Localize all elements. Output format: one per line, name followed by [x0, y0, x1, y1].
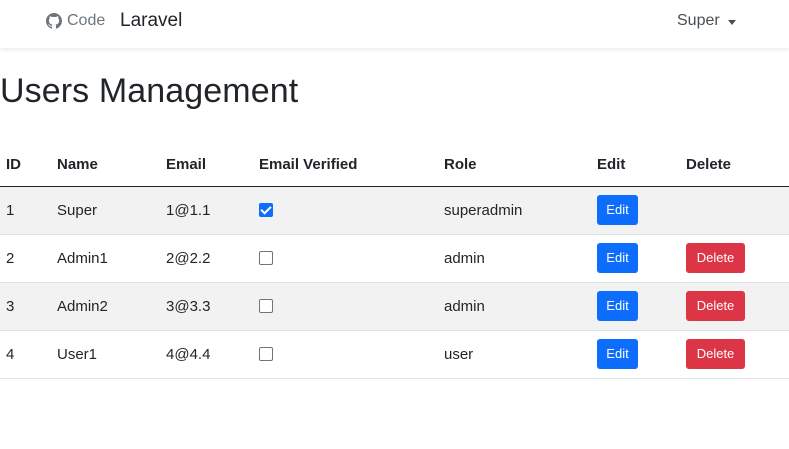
- cell-verified: [253, 330, 438, 379]
- edit-button[interactable]: Edit: [597, 243, 638, 273]
- table-row: 4 User1 4@4.4 user Edit Delete: [0, 330, 789, 379]
- cell-role: admin: [438, 234, 591, 283]
- cell-id: 3: [0, 282, 51, 331]
- header-name: Name: [51, 144, 160, 187]
- header-delete: Delete: [680, 144, 789, 187]
- header-id: ID: [0, 144, 51, 187]
- users-table: ID Name Email Email Verified Role Edit D…: [0, 144, 789, 379]
- cell-id: 2: [0, 234, 51, 283]
- cell-id: 1: [0, 186, 51, 235]
- header-email: Email: [160, 144, 253, 187]
- code-link-label: Code: [67, 12, 106, 29]
- table-row: 2 Admin1 2@2.2 admin Edit Delete: [0, 234, 789, 283]
- cell-delete: Delete: [680, 282, 789, 331]
- cell-name: Admin1: [51, 234, 160, 283]
- brand-link[interactable]: Laravel: [120, 10, 182, 32]
- cell-name: Super: [51, 186, 160, 235]
- top-navbar: Code Laravel Super: [0, 0, 789, 48]
- page-title: Users Management: [0, 72, 299, 110]
- email-verified-checkbox[interactable]: [259, 250, 273, 265]
- cell-verified: [253, 234, 438, 283]
- cell-email: 1@1.1: [160, 186, 253, 235]
- cell-email: 2@2.2: [160, 234, 253, 283]
- edit-button[interactable]: Edit: [597, 339, 638, 369]
- table-row: 3 Admin2 3@3.3 admin Edit Delete: [0, 282, 789, 331]
- delete-button[interactable]: Delete: [686, 339, 745, 369]
- cell-delete: Delete: [680, 234, 789, 283]
- email-verified-checkbox[interactable]: [259, 202, 273, 217]
- header-role: Role: [438, 144, 591, 187]
- cell-id: 4: [0, 330, 51, 379]
- cell-email: 3@3.3: [160, 282, 253, 331]
- code-link[interactable]: Code: [46, 12, 105, 30]
- cell-name: User1: [51, 330, 160, 379]
- delete-button[interactable]: Delete: [686, 291, 745, 321]
- table-row: 1 Super 1@1.1 superadmin Edit: [0, 186, 789, 235]
- email-verified-checkbox[interactable]: [259, 298, 273, 313]
- delete-button[interactable]: Delete: [686, 243, 745, 273]
- cell-edit: Edit: [591, 330, 680, 379]
- user-dropdown-toggle[interactable]: Super: [677, 12, 736, 30]
- cell-name: Admin2: [51, 282, 160, 331]
- cell-edit: Edit: [591, 186, 680, 235]
- cell-verified: [253, 186, 438, 235]
- header-email-verified: Email Verified: [253, 144, 438, 187]
- email-verified-checkbox[interactable]: [259, 346, 273, 361]
- cell-edit: Edit: [591, 234, 680, 283]
- caret-down-icon: [727, 19, 736, 25]
- github-icon: [46, 13, 62, 29]
- user-menu-label: Super: [677, 12, 720, 29]
- header-edit: Edit: [591, 144, 680, 187]
- cell-role: admin: [438, 282, 591, 331]
- cell-edit: Edit: [591, 282, 680, 331]
- cell-delete: Delete: [680, 330, 789, 379]
- cell-role: superadmin: [438, 186, 591, 235]
- table-header-row: ID Name Email Email Verified Role Edit D…: [0, 144, 789, 187]
- cell-verified: [253, 282, 438, 331]
- cell-email: 4@4.4: [160, 330, 253, 379]
- edit-button[interactable]: Edit: [597, 195, 638, 225]
- edit-button[interactable]: Edit: [597, 291, 638, 321]
- cell-delete: [680, 186, 789, 235]
- cell-role: user: [438, 330, 591, 379]
